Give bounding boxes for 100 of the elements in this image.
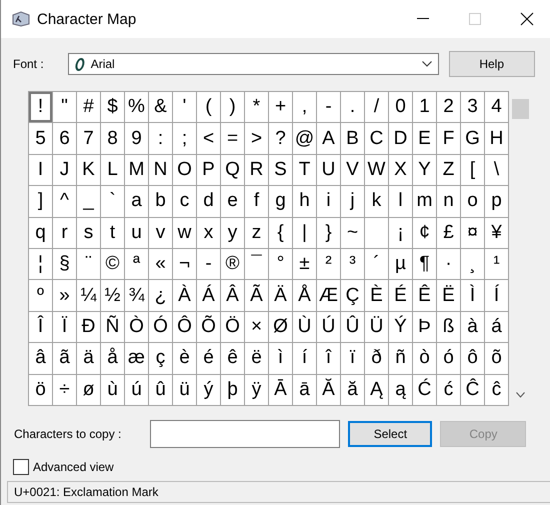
character-cell[interactable]: Y [413, 154, 437, 186]
character-cell[interactable]: ô [461, 343, 485, 375]
character-cell[interactable]: 8 [101, 123, 125, 155]
character-cell[interactable]: § [53, 248, 77, 280]
character-cell[interactable]: / [365, 92, 389, 124]
character-cell[interactable]: [ [461, 154, 485, 186]
character-cell[interactable]: + [269, 92, 293, 124]
character-cell[interactable]: ø [77, 374, 101, 406]
character-cell[interactable]: - [197, 248, 221, 280]
character-cell[interactable]: Ä [269, 280, 293, 312]
character-cell[interactable]: é [197, 343, 221, 375]
character-cell[interactable]: ? [269, 123, 293, 155]
character-cell[interactable]: 0 [389, 92, 413, 124]
character-cell[interactable]: Á [197, 280, 221, 312]
character-cell[interactable]: G [461, 123, 485, 155]
character-cell[interactable]: Ð [77, 312, 101, 344]
character-cell[interactable]: | [293, 218, 317, 249]
character-cell[interactable]: ´ [365, 248, 389, 280]
character-cell[interactable]: õ [485, 343, 509, 375]
character-cell[interactable]: X [389, 154, 413, 186]
character-cell[interactable]: _ [77, 186, 101, 218]
character-cell[interactable]: £ [437, 218, 461, 249]
character-cell[interactable]: ÷ [53, 374, 77, 406]
advanced-view-checkbox[interactable] [13, 459, 29, 475]
character-cell[interactable]: ¼ [77, 280, 101, 312]
character-cell[interactable]: Å [293, 280, 317, 312]
character-cell[interactable]: \ [485, 154, 509, 186]
character-cell[interactable]: ¥ [485, 218, 509, 249]
character-cell[interactable]: D [389, 123, 413, 155]
character-cell[interactable]: " [53, 92, 77, 124]
character-cell[interactable]: - [317, 92, 341, 124]
character-cell[interactable]: L [101, 154, 125, 186]
character-cell[interactable]: 3 [461, 92, 485, 124]
character-cell[interactable]: v [149, 218, 173, 249]
character-cell[interactable]: = [221, 123, 245, 155]
character-cell[interactable]: F [437, 123, 461, 155]
character-cell[interactable]: K [77, 154, 101, 186]
character-cell[interactable]: Ā [269, 374, 293, 406]
character-cell[interactable]: 5 [29, 123, 53, 155]
character-cell[interactable]: u [125, 218, 149, 249]
character-cell[interactable]: ü [173, 374, 197, 406]
character-cell[interactable]: 2 [437, 92, 461, 124]
character-cell[interactable]: ¬ [173, 248, 197, 280]
character-cell[interactable]: Ë [437, 280, 461, 312]
character-cell[interactable]: I [29, 154, 53, 186]
character-cell[interactable]: d [197, 186, 221, 218]
character-cell[interactable]: ¶ [413, 248, 437, 280]
character-cell[interactable]: Þ [413, 312, 437, 344]
character-cell[interactable]: ë [245, 343, 269, 375]
character-cell[interactable]: w [173, 218, 197, 249]
character-cell[interactable]: Z [437, 154, 461, 186]
character-cell[interactable]: Ø [269, 312, 293, 344]
character-cell[interactable]: R [245, 154, 269, 186]
character-cell[interactable]: Ò [125, 312, 149, 344]
character-cell[interactable]: ] [29, 186, 53, 218]
character-cell[interactable]: ã [53, 343, 77, 375]
character-cell[interactable]: J [53, 154, 77, 186]
character-cell[interactable]: Ö [221, 312, 245, 344]
character-cell[interactable]: 6 [53, 123, 77, 155]
character-cell[interactable]: Ï [53, 312, 77, 344]
character-cell[interactable]: y [221, 218, 245, 249]
character-cell[interactable]: Ć [413, 374, 437, 406]
character-cell[interactable]: k [365, 186, 389, 218]
character-cell[interactable]: ' [173, 92, 197, 124]
character-cell[interactable]: ³ [341, 248, 365, 280]
character-cell[interactable]: · [437, 248, 461, 280]
character-cell[interactable]: Â [221, 280, 245, 312]
character-cell[interactable]: È [365, 280, 389, 312]
character-cell[interactable]: 1 [413, 92, 437, 124]
character-cell[interactable]: Ó [149, 312, 173, 344]
character-cell[interactable]: Ą [365, 374, 389, 406]
character-cell[interactable]: p [485, 186, 509, 218]
character-cell[interactable]: z [245, 218, 269, 249]
character-cell[interactable]: è [173, 343, 197, 375]
character-cell[interactable]: Ñ [101, 312, 125, 344]
character-cell[interactable]: ; [173, 123, 197, 155]
character-cell[interactable]: ï [341, 343, 365, 375]
character-cell[interactable]: î [317, 343, 341, 375]
character-cell[interactable]: þ [221, 374, 245, 406]
character-cell[interactable]: ¦ [29, 248, 53, 280]
character-cell[interactable]: . [341, 92, 365, 124]
character-cell[interactable]: ¹ [485, 248, 509, 280]
character-cell[interactable]: ð [365, 343, 389, 375]
character-cell[interactable]: * [245, 92, 269, 124]
character-cell[interactable]: < [197, 123, 221, 155]
character-cell[interactable]: ă [341, 374, 365, 406]
character-cell[interactable]: ¯ [245, 248, 269, 280]
character-cell[interactable]: N [149, 154, 173, 186]
character-cell[interactable]: À [173, 280, 197, 312]
character-cell[interactable]: » [53, 280, 77, 312]
character-cell[interactable]: Ă [317, 374, 341, 406]
character-cell[interactable]: Q [221, 154, 245, 186]
select-button[interactable]: Select [348, 421, 432, 447]
character-cell[interactable]: Í [485, 280, 509, 312]
character-cell[interactable]: } [317, 218, 341, 249]
character-cell[interactable]: â [29, 343, 53, 375]
character-cell[interactable]: ì [269, 343, 293, 375]
character-cell[interactable]: % [125, 92, 149, 124]
character-cell[interactable]: $ [101, 92, 125, 124]
scrollbar-thumb[interactable] [512, 99, 529, 119]
